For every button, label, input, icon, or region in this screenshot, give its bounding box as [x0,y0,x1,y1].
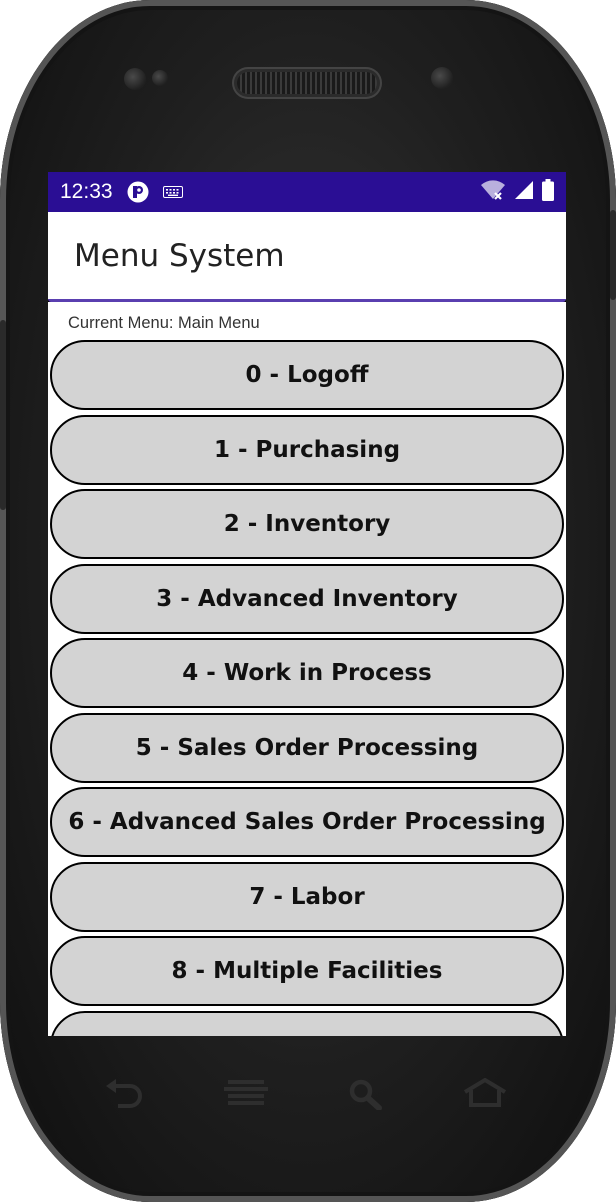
screen: 12:33 Menu System Current Menu: Main Men… [48,172,566,1036]
app-title: Menu System [74,237,285,274]
menu-button-inventory[interactable]: 2 - Inventory [50,489,564,559]
menu-button-work-in-process[interactable]: 4 - Work in Process [50,638,564,708]
menu-button-labor[interactable]: 7 - Labor [50,861,564,932]
battery-icon [542,178,554,206]
proximity-sensor [124,68,146,90]
status-bar: 12:33 [48,172,566,212]
menu-button-purchasing[interactable]: 1 - Purchasing [50,414,564,485]
main-content: Current Menu: Main Menu 0 - Logoff 1 - P… [48,302,566,1036]
wifi-icon [480,179,506,206]
menu-button-advanced-sales-order-processing[interactable]: 6 - Advanced Sales Order Processing [50,787,564,857]
menu-button-advanced-inventory[interactable]: 3 - Advanced Inventory [50,563,564,634]
menu-icon[interactable] [224,1078,268,1111]
power-button [0,320,6,510]
status-time: 12:33 [60,180,113,203]
volume-button [610,210,616,300]
keyboard-icon [162,186,183,198]
back-icon[interactable] [104,1078,146,1113]
light-sensor [152,70,168,86]
menu-list: 0 - Logoff 1 - Purchasing 2 - Inventory … [48,340,566,1036]
app-notification-icon [127,181,149,203]
phone-frame: 12:33 Menu System Current Menu: Main Men… [0,0,616,1202]
menu-button-multiple-facilities[interactable]: 8 - Multiple Facilities [50,936,564,1006]
current-menu-label: Current Menu: Main Menu [68,314,260,332]
menu-button-sales-order-processing[interactable]: 5 - Sales Order Processing [50,712,564,783]
home-icon[interactable] [462,1077,508,1113]
earpiece-speaker [237,72,377,94]
menu-button-partial[interactable] [50,1010,564,1036]
search-icon[interactable] [348,1078,382,1115]
front-camera [431,67,453,89]
menu-button-logoff[interactable]: 0 - Logoff [50,340,564,410]
hardware-nav-bar [0,1036,616,1146]
signal-icon [514,180,534,205]
app-bar: Menu System [48,212,566,302]
